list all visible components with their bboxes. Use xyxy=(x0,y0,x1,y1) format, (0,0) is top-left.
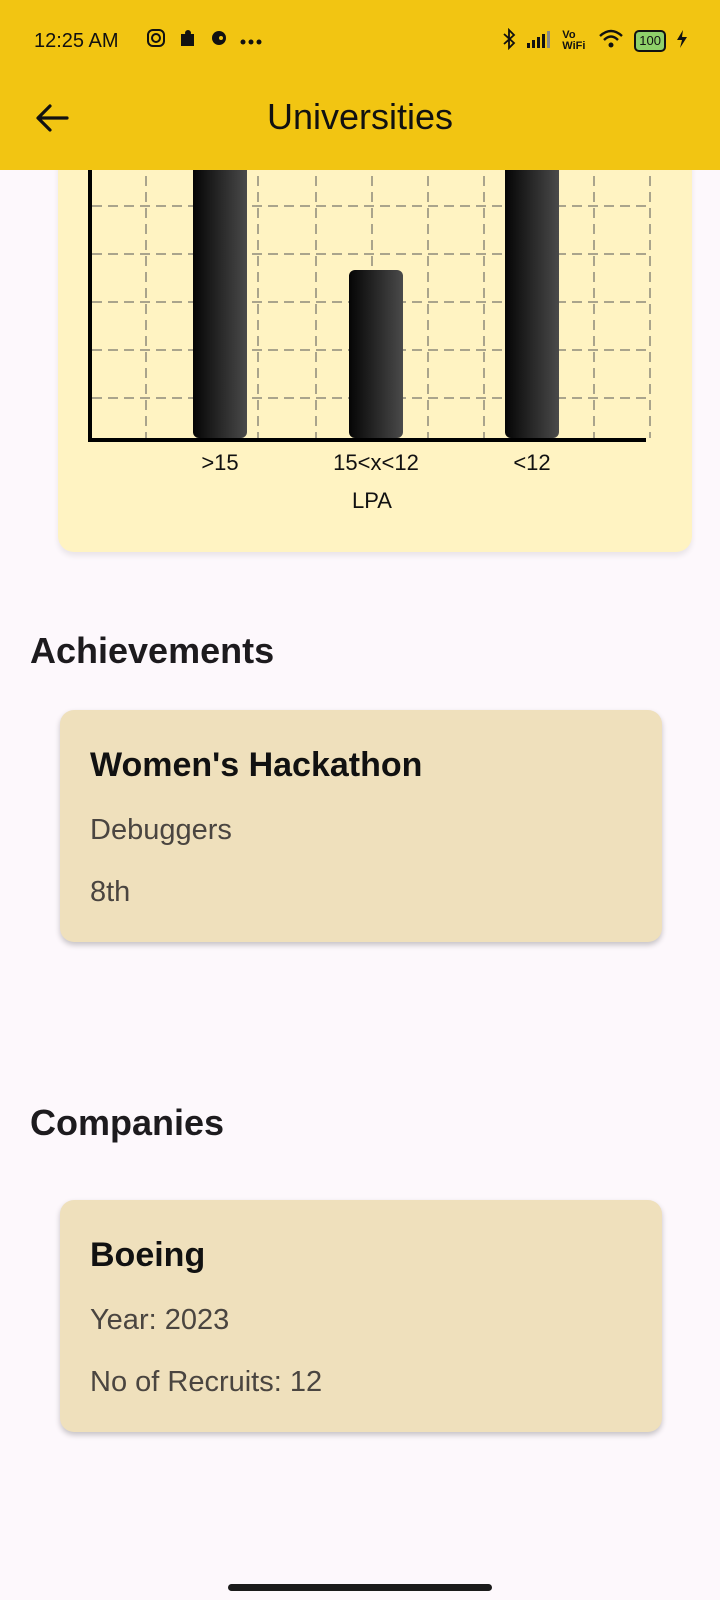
company-name: Boeing xyxy=(90,1236,206,1274)
instagram-icon xyxy=(146,28,166,51)
companies-heading: Companies xyxy=(30,1102,225,1143)
company-recruits: No of Recruits: 12 xyxy=(90,1366,323,1398)
page-title: Universities xyxy=(266,96,454,137)
bar-2[interactable] xyxy=(349,270,403,438)
wifi-icon xyxy=(598,29,624,52)
puzzle-icon xyxy=(178,28,198,51)
battery-icon: 100 xyxy=(634,29,666,52)
x-axis-title: LPA xyxy=(352,488,392,513)
x-tick-label: <12 xyxy=(513,450,551,475)
status-icons-right: Vo WiFi 100 xyxy=(502,27,688,53)
signal-icon xyxy=(526,29,552,52)
status-icons-left xyxy=(146,28,262,51)
app-icon xyxy=(210,29,228,50)
achievement-card[interactable]: Women's Hackathon Debuggers 8th xyxy=(60,710,662,942)
achievement-rank: 8th xyxy=(90,876,131,908)
vo-wifi-label: Vo WiFi xyxy=(562,28,586,52)
achievements-heading: Achievements xyxy=(30,630,275,671)
x-tick-label: 15<x<12 xyxy=(333,450,419,475)
bluetooth-icon xyxy=(502,27,516,53)
app-header: 12:25 AM Vo WiFi 100 Universities xyxy=(0,0,720,170)
charging-icon xyxy=(676,29,688,52)
x-tick-label: >15 xyxy=(201,450,239,475)
more-icon xyxy=(240,31,262,49)
achievement-title: Women's Hackathon xyxy=(90,746,423,784)
home-indicator[interactable] xyxy=(228,1584,492,1591)
placement-chart-card: >15 15<x<12 <12 LPA xyxy=(58,120,692,552)
status-time: 12:25 AM xyxy=(34,30,119,52)
company-year: Year: 2023 xyxy=(90,1304,230,1336)
achievement-team: Debuggers xyxy=(90,814,232,846)
company-card[interactable]: Boeing Year: 2023 No of Recruits: 12 xyxy=(60,1200,662,1432)
